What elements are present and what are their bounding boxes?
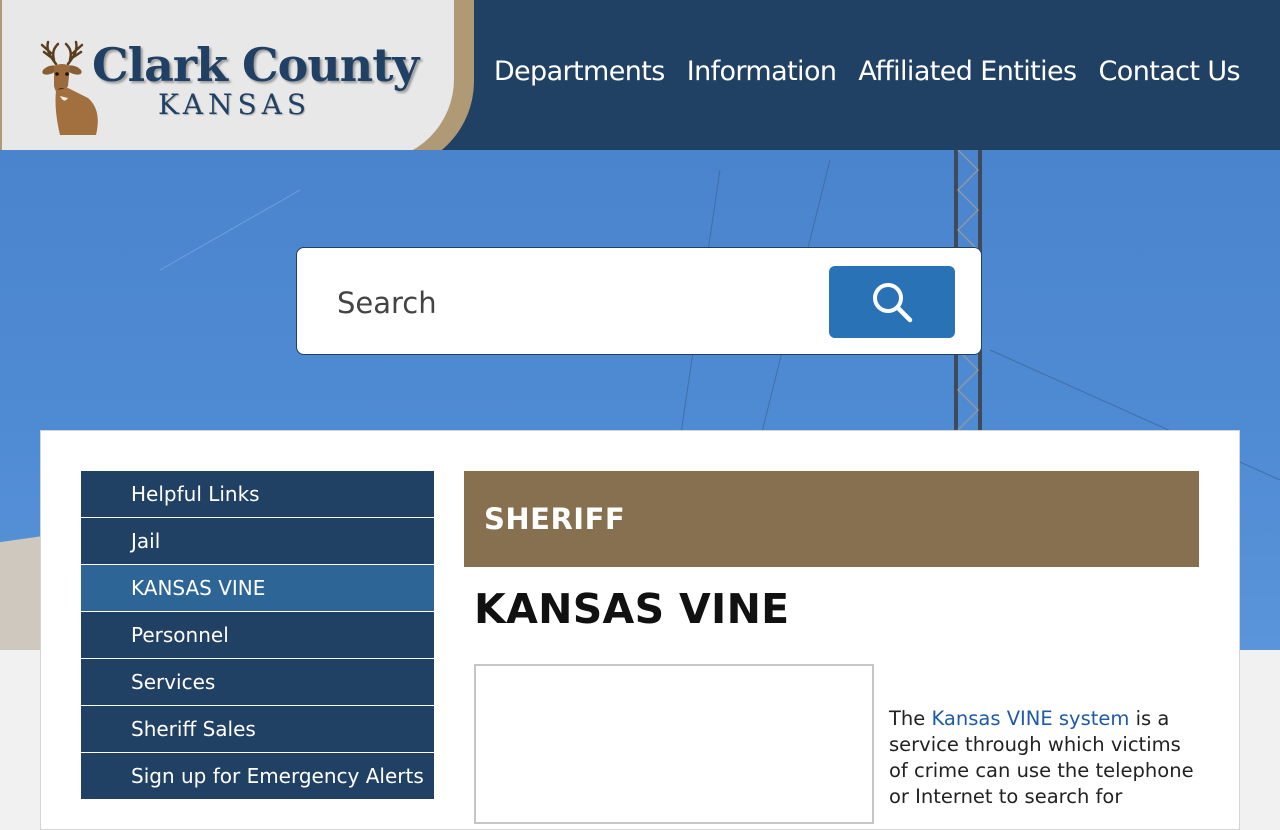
- nav-departments[interactable]: Departments: [494, 56, 665, 87]
- sidebar-item-emergency-alerts[interactable]: Sign up for Emergency Alerts: [81, 753, 434, 799]
- search-button[interactable]: [829, 266, 955, 338]
- sidebar-item-helpful-links[interactable]: Helpful Links: [81, 471, 434, 517]
- logo-subtitle: KANSAS: [158, 88, 312, 121]
- search-icon: [873, 283, 913, 323]
- sidebar-item-jail[interactable]: Jail: [81, 518, 434, 564]
- nav-affiliated-entities[interactable]: Affiliated Entities: [858, 56, 1077, 87]
- sidebar-nav: Helpful Links Jail KANSAS VINE Personnel…: [81, 471, 434, 800]
- sidebar-item-kansas-vine[interactable]: KANSAS VINE: [81, 565, 434, 611]
- site-header: Clark County KANSAS Departments Informat…: [0, 0, 1280, 171]
- body-paragraph: The Kansas VINE system is a service thro…: [889, 706, 1199, 810]
- nav-contact-us[interactable]: Contact Us: [1099, 56, 1241, 87]
- nav-information[interactable]: Information: [687, 56, 837, 87]
- sidebar-item-personnel[interactable]: Personnel: [81, 612, 434, 658]
- search-bar: [296, 247, 982, 355]
- main-nav: Departments Information Affiliated Entit…: [494, 56, 1241, 87]
- search-input[interactable]: [335, 278, 809, 328]
- department-title: SHERIFF: [484, 502, 626, 536]
- kansas-vine-link[interactable]: Kansas VINE system: [931, 707, 1129, 730]
- logo-home-link[interactable]: Clark County KANSAS: [2, 0, 454, 161]
- department-banner: SHERIFF: [464, 471, 1199, 567]
- embedded-frame: [474, 664, 874, 824]
- sidebar-item-sheriff-sales[interactable]: Sheriff Sales: [81, 706, 434, 752]
- logo-title: Clark County: [92, 38, 419, 92]
- sidebar-item-services[interactable]: Services: [81, 659, 434, 705]
- body-text-pre: The: [889, 707, 932, 730]
- page-title: KANSAS VINE: [474, 585, 790, 633]
